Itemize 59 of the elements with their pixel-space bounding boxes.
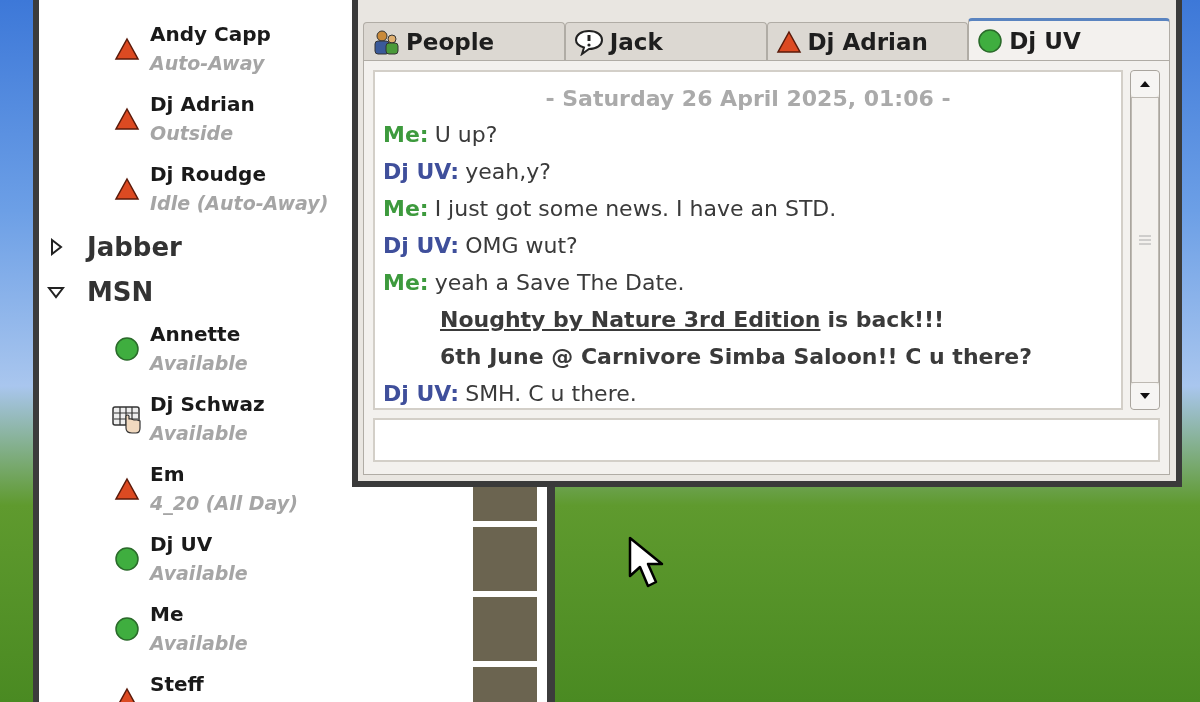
- sender-name: Me:: [383, 195, 429, 223]
- buddy-status: Auto-Away: [150, 51, 265, 76]
- away-triangle-icon: [775, 29, 802, 54]
- message-text: I just got some news. I have an STD.: [434, 195, 837, 223]
- buddy-name[interactable]: Dj UV: [150, 530, 213, 558]
- buddy-status: Outside: [150, 121, 234, 146]
- buddy-name[interactable]: Andy Capp: [150, 20, 271, 48]
- conversation-tab[interactable]: People: [363, 22, 565, 60]
- message-text: yeah a Save The Date.: [434, 269, 685, 297]
- conversation-tab[interactable]: Dj UV: [968, 18, 1170, 60]
- buddy-status: Idle (Auto-Away): [150, 191, 329, 216]
- buddy-name[interactable]: Em: [150, 460, 185, 488]
- buddy-name[interactable]: Dj Schwaz: [150, 390, 265, 418]
- up-arrow-icon: [1139, 80, 1151, 88]
- sender-name: Dj UV:: [383, 232, 460, 260]
- buddy-status: 4_20 (All Day): [150, 491, 298, 517]
- buddy-status: Available: [150, 351, 248, 376]
- scroll-up-button[interactable]: [1131, 71, 1159, 97]
- message-text: OMG wut?: [465, 232, 578, 260]
- scrollbar-thumb[interactable]: [1131, 97, 1159, 383]
- buddy-name[interactable]: Steff: [150, 670, 204, 698]
- vertical-scrollbar[interactable]: [1130, 70, 1160, 410]
- message-text: is back!!!: [827, 306, 945, 334]
- sender-name: Dj UV:: [383, 380, 460, 408]
- buddy-name[interactable]: Dj Adrian: [150, 90, 255, 118]
- group-name[interactable]: Jabber: [87, 231, 182, 262]
- sender-name: Me:: [383, 121, 429, 149]
- available-circle-icon: [977, 27, 1004, 54]
- conversation-tab[interactable]: Jack: [564, 22, 767, 60]
- available-circle-icon: [114, 616, 140, 642]
- buddy-name[interactable]: Dj Roudge: [150, 160, 266, 188]
- away-triangle-icon: [114, 37, 140, 61]
- date-label: - Saturday 26 April 2025, 01:06 -: [544, 85, 952, 113]
- message-text: yeah,y?: [465, 158, 551, 186]
- message-text: 6th June @ Carnivore Simba Saloon!! C u there?: [440, 343, 1032, 371]
- hand-on-keyboard-icon: [112, 404, 142, 434]
- away-triangle-icon: [114, 177, 140, 201]
- buddy-name[interactable]: Me: [150, 600, 184, 628]
- conversation-tab[interactable]: Dj Adrian: [766, 22, 969, 60]
- sender-name: Me:: [383, 269, 429, 297]
- away-triangle-icon: [114, 107, 140, 131]
- away-triangle-icon: [114, 477, 140, 501]
- sender-name: Dj UV:: [383, 158, 460, 186]
- message-input-field[interactable]: [373, 418, 1160, 462]
- event-link[interactable]: Noughty by Nature 3rd Edition: [440, 301, 821, 338]
- down-arrow-icon: [1139, 392, 1151, 400]
- message-text: U up?: [434, 121, 498, 149]
- buddy-status: Available: [150, 561, 248, 586]
- speech-bubble-alert-icon: [573, 27, 604, 56]
- scroll-down-button[interactable]: [1131, 383, 1159, 409]
- grip-icon: [1139, 235, 1151, 245]
- message-text: SMH. C u there.: [465, 380, 637, 408]
- group-name[interactable]: MSN: [87, 276, 154, 307]
- buddy-status: Available: [150, 421, 248, 446]
- available-circle-icon: [114, 336, 140, 362]
- people-icon: [372, 27, 400, 56]
- buddy-status: Available: [150, 631, 248, 656]
- buddy-name[interactable]: Annette: [150, 320, 241, 348]
- available-circle-icon: [114, 546, 140, 572]
